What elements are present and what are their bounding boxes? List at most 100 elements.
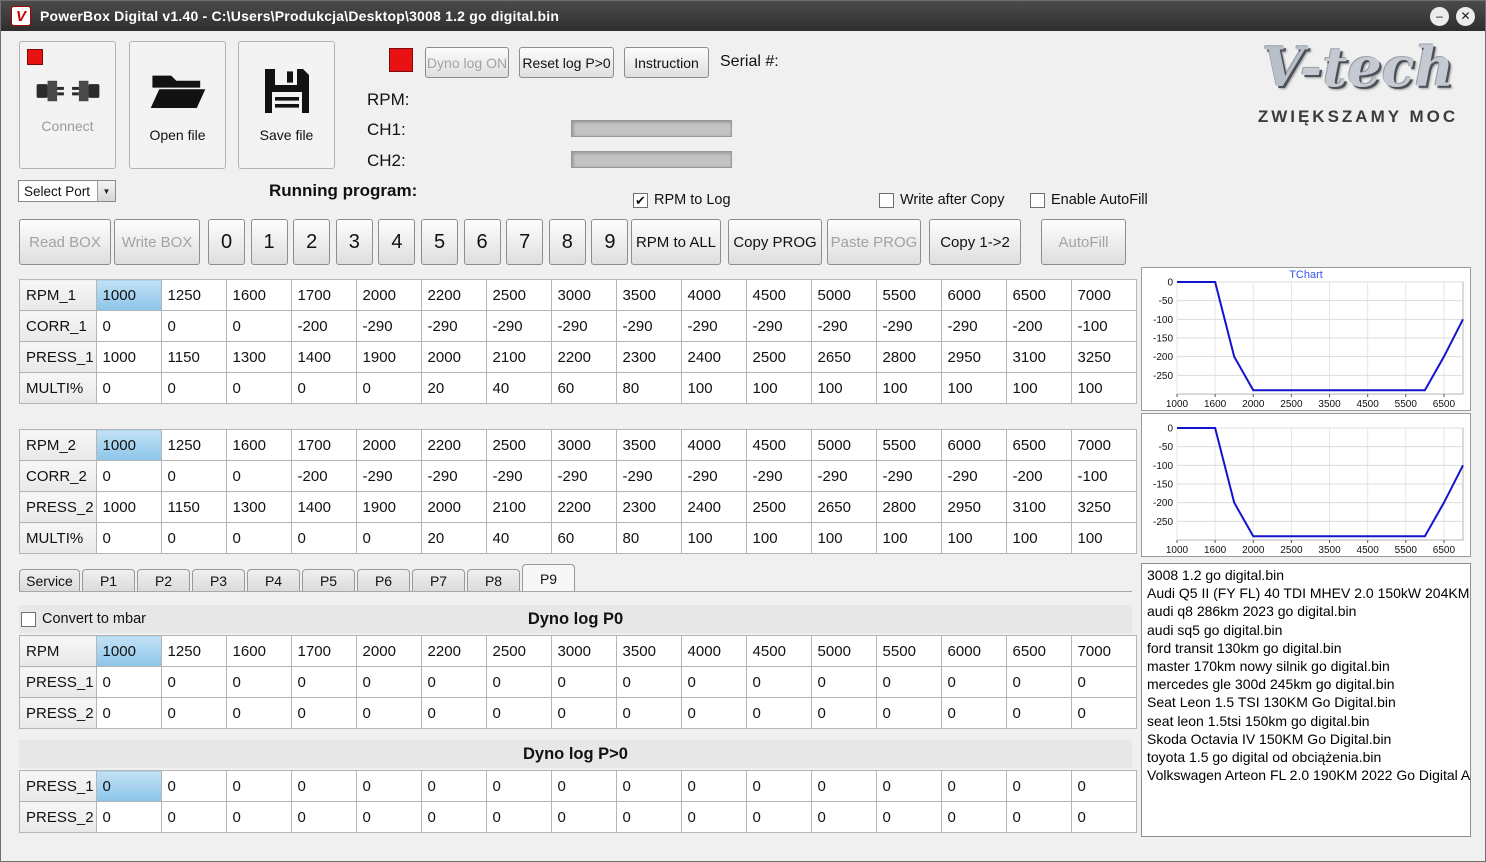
table-cell[interactable]: 0	[420, 801, 487, 833]
table-cell[interactable]: 0	[95, 801, 162, 833]
file-list-item[interactable]: 3008 1.2 go digital.bin	[1142, 566, 1470, 584]
table-cell[interactable]: 6000	[940, 635, 1007, 667]
table-cell[interactable]: 2650	[810, 491, 877, 523]
table-cell[interactable]: 0	[290, 522, 357, 554]
write-after-copy-checkbox[interactable]: Write after Copy	[879, 192, 1005, 208]
close-button[interactable]: ✕	[1456, 6, 1475, 26]
reset-log-button[interactable]: Reset log P>0	[519, 47, 614, 78]
table-cell[interactable]: 2000	[355, 279, 422, 311]
table-cell[interactable]: 0	[225, 372, 292, 404]
table-cell[interactable]: 3100	[1005, 491, 1072, 523]
file-list-item[interactable]: Volkswagen Arteon FL 2.0 190KM 2022 Go D…	[1142, 766, 1470, 784]
table-cell[interactable]: 2650	[810, 341, 877, 373]
open-file-button[interactable]: Open file	[129, 41, 226, 169]
table-cell[interactable]: 0	[1005, 666, 1072, 698]
table-cell[interactable]: 1600	[225, 279, 292, 311]
table-cell[interactable]: 0	[290, 770, 357, 802]
table-cell[interactable]: 0	[95, 770, 162, 802]
table-cell[interactable]: 0	[810, 770, 877, 802]
save-file-button[interactable]: Save file	[238, 41, 335, 169]
instruction-button[interactable]: Instruction	[624, 47, 709, 78]
table-cell[interactable]: 0	[875, 666, 942, 698]
program-button-6[interactable]: 6	[463, 219, 501, 265]
table-cell[interactable]: 2200	[420, 429, 487, 461]
table-cell[interactable]: 0	[745, 666, 812, 698]
table-cell[interactable]: 1000	[95, 279, 162, 311]
table-cell[interactable]: 0	[95, 697, 162, 729]
table-cell[interactable]: 0	[290, 801, 357, 833]
table-cell[interactable]: -290	[940, 310, 1007, 342]
table-cell[interactable]: 0	[940, 801, 1007, 833]
table-cell[interactable]: -290	[485, 460, 552, 492]
table-cell[interactable]: 1900	[355, 341, 422, 373]
table-cell[interactable]: 2500	[485, 279, 552, 311]
table-cell[interactable]: -100	[1070, 460, 1137, 492]
table-cell[interactable]: 0	[160, 666, 227, 698]
table-cell[interactable]: 0	[940, 770, 1007, 802]
tab-p6[interactable]: P6	[357, 569, 410, 592]
table-cell[interactable]: -290	[615, 460, 682, 492]
table-cell[interactable]: 1000	[95, 341, 162, 373]
table-cell[interactable]: 4500	[745, 635, 812, 667]
table-cell[interactable]: -200	[290, 310, 357, 342]
table-cell[interactable]: 5500	[875, 635, 942, 667]
table-cell[interactable]: 2200	[550, 341, 617, 373]
table-cell[interactable]: 60	[550, 372, 617, 404]
copy-prog-button[interactable]: Copy PROG	[728, 219, 822, 265]
table-cell[interactable]: 1000	[95, 635, 162, 667]
table-cell[interactable]: 2200	[420, 279, 487, 311]
table-cell[interactable]: 1300	[225, 341, 292, 373]
file-list-item[interactable]: master 170km nowy silnik go digital.bin	[1142, 657, 1470, 675]
table-cell[interactable]: -290	[745, 460, 812, 492]
file-list-item[interactable]: Audi Q5 II (FY FL) 40 TDI MHEV 2.0 150kW…	[1142, 584, 1470, 602]
program-button-4[interactable]: 4	[378, 219, 416, 265]
table-cell[interactable]: 2200	[420, 635, 487, 667]
table-cell[interactable]: 100	[745, 522, 812, 554]
tab-p7[interactable]: P7	[412, 569, 465, 592]
table-cell[interactable]: -200	[290, 460, 357, 492]
table-cell[interactable]: 0	[225, 522, 292, 554]
table-cell[interactable]: 6500	[1005, 429, 1072, 461]
table-cell[interactable]: 0	[95, 310, 162, 342]
table-cell[interactable]: 3250	[1070, 341, 1137, 373]
minimize-button[interactable]: –	[1430, 6, 1449, 26]
table-cell[interactable]: 0	[160, 310, 227, 342]
table-cell[interactable]: 0	[95, 372, 162, 404]
table-cell[interactable]: 3500	[615, 279, 682, 311]
table-cell[interactable]: 2500	[745, 491, 812, 523]
table-cell[interactable]: 0	[875, 697, 942, 729]
table-cell[interactable]: 0	[485, 770, 552, 802]
table-cell[interactable]: -290	[420, 310, 487, 342]
table-cell[interactable]: 100	[1070, 372, 1137, 404]
table-cell[interactable]: 0	[355, 666, 422, 698]
table-cell[interactable]: 6500	[1005, 279, 1072, 311]
table-cell[interactable]: 0	[160, 770, 227, 802]
table-cell[interactable]: 100	[940, 522, 1007, 554]
table-cell[interactable]: 100	[1070, 522, 1137, 554]
table-cell[interactable]: -290	[810, 460, 877, 492]
program-button-7[interactable]: 7	[506, 219, 544, 265]
copy-1-to-2-button[interactable]: Copy 1->2	[929, 219, 1021, 265]
table-cell[interactable]: 0	[355, 697, 422, 729]
program-button-9[interactable]: 9	[591, 219, 629, 265]
table-cell[interactable]: 1400	[290, 491, 357, 523]
table-cell[interactable]: 0	[225, 770, 292, 802]
table-cell[interactable]: -290	[615, 310, 682, 342]
table-cell[interactable]: 7000	[1070, 429, 1137, 461]
tab-p5[interactable]: P5	[302, 569, 355, 592]
table-cell[interactable]: 0	[745, 801, 812, 833]
table-cell[interactable]: 1300	[225, 491, 292, 523]
table-cell[interactable]: 7000	[1070, 279, 1137, 311]
table-cell[interactable]: 2400	[680, 491, 747, 523]
table-cell[interactable]: 4000	[680, 429, 747, 461]
table-cell[interactable]: 0	[355, 522, 422, 554]
rpm-to-log-checkbox[interactable]: ✔ RPM to Log	[633, 192, 731, 208]
table-cell[interactable]: 2000	[420, 341, 487, 373]
table-cell[interactable]: 0	[225, 697, 292, 729]
table-cell[interactable]: 0	[680, 666, 747, 698]
table-cell[interactable]: 0	[745, 770, 812, 802]
table-cell[interactable]: 20	[420, 522, 487, 554]
table-cell[interactable]: 60	[550, 522, 617, 554]
file-list-item[interactable]: audi sq5 go digital.bin	[1142, 621, 1470, 639]
table-cell[interactable]: 0	[225, 666, 292, 698]
